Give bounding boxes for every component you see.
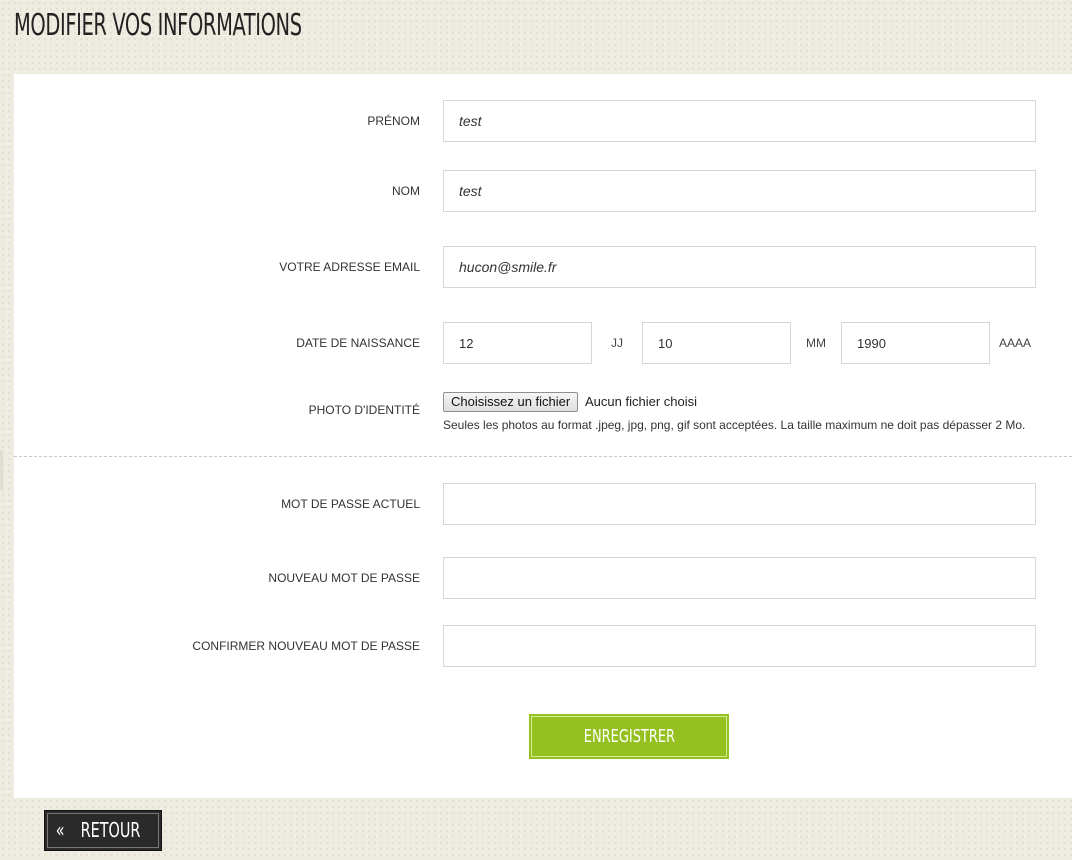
choose-file-button[interactable]: Choisissez un fichier xyxy=(443,392,579,412)
lastname-row: Nom xyxy=(14,170,1072,212)
back-chevrons-icon: « xyxy=(55,818,65,842)
photo-hint: Seules les photos au format .jpeg, jpg, … xyxy=(443,418,1026,432)
birth-month-input[interactable] xyxy=(642,322,791,364)
current-password-row: Mot de passe actuel xyxy=(14,483,1072,525)
save-button-label: Enregistrer xyxy=(583,726,675,747)
birthdate-label: Date de naissance xyxy=(296,336,420,350)
birth-day-input[interactable] xyxy=(443,322,592,364)
email-input[interactable] xyxy=(443,246,1036,288)
firstname-label: Prénom xyxy=(367,114,420,128)
email-label: Votre adresse email xyxy=(279,260,420,274)
photo-label: Photo d'identité xyxy=(308,403,420,417)
firstname-row: Prénom xyxy=(14,100,1072,142)
birth-year-input[interactable] xyxy=(841,322,990,364)
confirm-password-label: Confirmer nouveau mot de passe xyxy=(192,639,420,653)
birth-year-unit: AAAA xyxy=(999,336,1032,350)
confirm-password-row: Confirmer nouveau mot de passe xyxy=(14,625,1072,667)
new-password-input[interactable] xyxy=(443,557,1036,599)
photo-row: Photo d'identité Choisissez un fichier A… xyxy=(14,389,1072,439)
account-form: Prénom Nom Votre adresse email Date de n… xyxy=(14,74,1072,798)
page-title: Modifier vos informations xyxy=(14,8,302,43)
edge-decoration xyxy=(0,450,3,490)
new-password-label: Nouveau mot de passe xyxy=(268,571,420,585)
email-row: Votre adresse email xyxy=(14,246,1072,288)
save-button[interactable]: Enregistrer xyxy=(529,714,729,759)
birthdate-row: Date de naissance JJ MM AAAA xyxy=(14,322,1072,364)
new-password-row: Nouveau mot de passe xyxy=(14,557,1072,599)
confirm-password-input[interactable] xyxy=(443,625,1036,667)
birth-day-unit: JJ xyxy=(611,336,623,350)
section-divider xyxy=(14,456,1072,457)
current-password-label: Mot de passe actuel xyxy=(281,497,420,511)
current-password-input[interactable] xyxy=(443,483,1036,525)
back-button-label: Retour xyxy=(81,818,141,842)
lastname-input[interactable] xyxy=(443,170,1036,212)
file-status-text: Aucun fichier choisi xyxy=(585,394,697,409)
birth-month-unit: MM xyxy=(806,336,826,350)
back-button[interactable]: « Retour xyxy=(44,810,162,851)
lastname-label: Nom xyxy=(392,184,420,198)
firstname-input[interactable] xyxy=(443,100,1036,142)
